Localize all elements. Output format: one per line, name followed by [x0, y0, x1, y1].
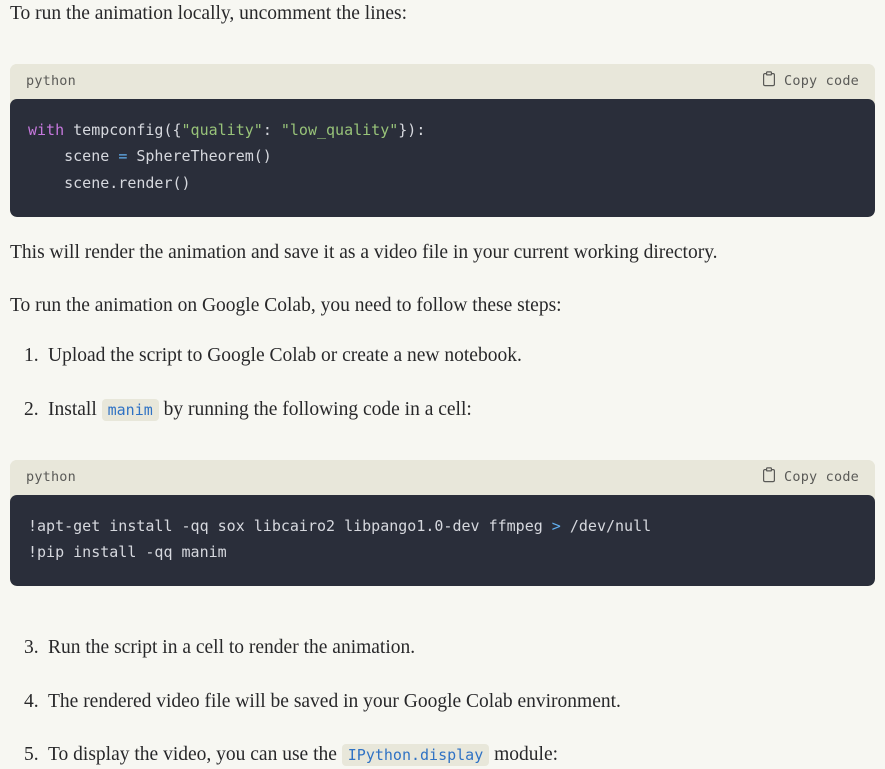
clipboard-icon	[762, 467, 776, 487]
list-item-text: module:	[489, 744, 559, 766]
list-item-text: Upload the script to Google Colab or cre…	[48, 345, 522, 367]
list-item: Upload the script to Google Colab or cre…	[0, 342, 875, 370]
list-item-text: Install	[48, 398, 102, 420]
copy-code-button-2[interactable]: Copy code	[762, 467, 859, 487]
code-block-1-language-label: python	[26, 73, 76, 90]
code-block-2: python Copy code !apt-get install -qq so…	[10, 459, 875, 586]
inline-code: IPython.display	[341, 744, 490, 767]
code-token-string: "low_quality"	[280, 120, 399, 139]
code-block-2-header: python Copy code	[10, 459, 875, 495]
intro-paragraph: To run the animation locally, uncomment …	[10, 3, 408, 24]
paragraph-colab-intro: To run the animation on Google Colab, yo…	[10, 295, 562, 317]
paragraph-after-code-1: This will render the animation and save …	[10, 241, 718, 263]
list-item: Run the script in a cell to render the a…	[0, 634, 875, 662]
code-token-plain: :	[262, 120, 281, 139]
code-token-operator: =	[118, 147, 128, 166]
code-line: !apt-get install -qq sox libcairo2 libpa…	[28, 513, 857, 540]
code-token-plain: /dev/null	[560, 516, 652, 535]
code-token-plain: !apt-get install -qq sox libcairo2 libpa…	[28, 516, 552, 535]
code-block-2-language-label: python	[26, 469, 76, 485]
list-item: The rendered video file will be saved in…	[0, 688, 875, 716]
list-item-text: by running the following code in a cell:	[158, 398, 472, 420]
code-block-1-header: python Copy code	[10, 63, 875, 99]
chat-message-body: To run the animation locally, uncomment …	[0, 0, 885, 769]
code-token-plain: !pip install -qq manim	[28, 543, 227, 562]
code-token-operator: >	[551, 516, 561, 535]
code-line: !pip install -qq manim	[28, 539, 857, 566]
code-token-plain: }):	[398, 120, 426, 139]
list-item-text: The rendered video file will be saved in…	[48, 690, 621, 712]
code-token-plain: scene	[28, 147, 119, 166]
inline-code: manim	[101, 398, 159, 421]
copy-code-button-1[interactable]: Copy code	[762, 71, 859, 91]
code-token-keyword: with	[28, 120, 65, 139]
steps-list-2: Run the script in a cell to render the a…	[0, 634, 885, 769]
copy-code-label-1: Copy code	[784, 73, 859, 90]
clipboard-icon	[762, 71, 776, 91]
copy-code-label-2: Copy code	[784, 469, 859, 485]
steps-list-1: Upload the script to Google Colab or cre…	[0, 342, 885, 423]
list-item: Install manim by running the following c…	[0, 396, 875, 424]
list-item-text: Run the script in a cell to render the a…	[48, 636, 416, 658]
list-item-text: To display the video, you can use the	[48, 744, 342, 766]
code-block-1: python Copy code with tempconfig({"quali…	[10, 63, 875, 217]
list-item: To display the video, you can use the IP…	[0, 741, 875, 769]
code-line: with tempconfig({"quality": "low_quality…	[28, 117, 857, 144]
code-token-plain: tempconfig({	[64, 120, 182, 139]
code-token-plain: SphereTheorem()	[127, 147, 272, 166]
code-line: scene.render()	[28, 170, 857, 197]
code-token-plain: scene.render()	[28, 174, 191, 193]
code-block-1-content[interactable]: with tempconfig({"quality": "low_quality…	[10, 98, 875, 217]
code-token-string: "quality"	[181, 120, 263, 139]
code-line: scene = SphereTheorem()	[28, 143, 857, 170]
code-block-2-content[interactable]: !apt-get install -qq sox libcairo2 libpa…	[10, 494, 875, 586]
